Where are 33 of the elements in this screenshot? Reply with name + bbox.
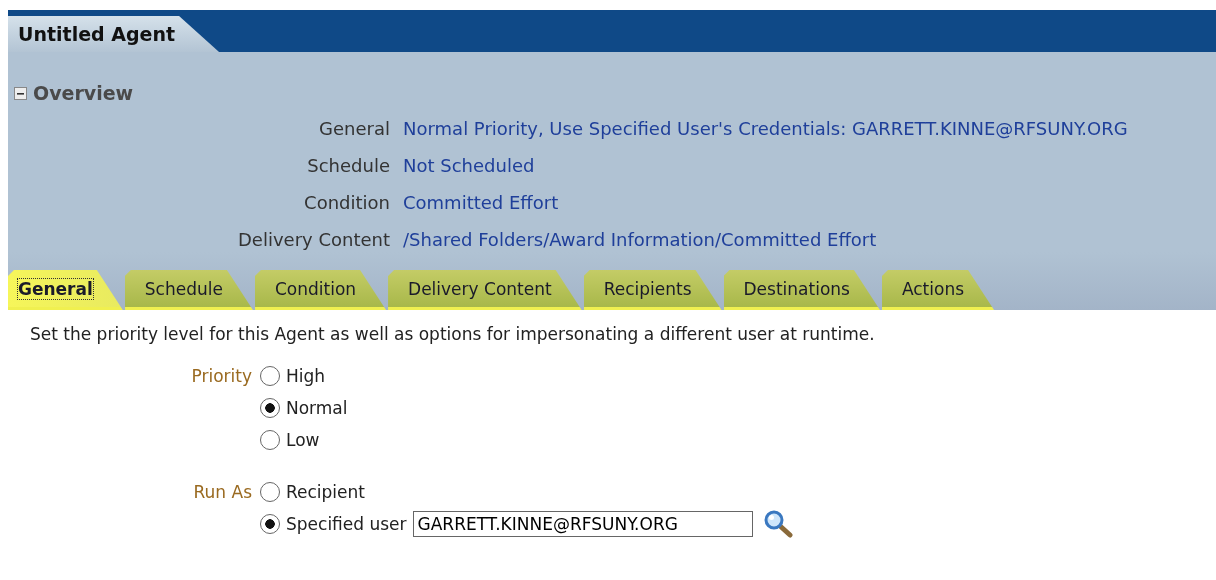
- radio-option[interactable]: High: [260, 366, 326, 386]
- tab[interactable]: Schedule: [124, 270, 253, 310]
- window-title: Untitled Agent: [8, 16, 220, 52]
- radio-option[interactable]: Low: [260, 430, 320, 450]
- section-title: Overview: [33, 82, 134, 104]
- tab[interactable]: General: [8, 270, 123, 310]
- field-label: General: [318, 117, 390, 141]
- radio-option[interactable]: Recipient: [260, 482, 365, 502]
- tab[interactable]: Delivery Content: [388, 270, 582, 310]
- tab[interactable]: Actions: [881, 270, 995, 310]
- collapse-icon[interactable]: [14, 86, 27, 100]
- field-label: Delivery Content: [236, 228, 390, 252]
- radio-button[interactable]: [260, 430, 280, 450]
- radio-button[interactable]: [260, 482, 280, 502]
- radio-button[interactable]: [260, 366, 280, 386]
- field-value: Normal Priority, Use Specified User's Credentials: GARRETT.KINNE@RFSUNY.ORG: [403, 117, 1129, 141]
- field-label: Schedule: [306, 154, 390, 178]
- radio-option[interactable]: Specified user: [260, 514, 407, 534]
- field-label: Condition: [303, 191, 390, 215]
- field-value: Committed Effort: [403, 191, 560, 215]
- radio-button[interactable]: [260, 514, 280, 534]
- tab[interactable]: Destinations: [723, 270, 880, 310]
- user-input-field[interactable]: GARRETT.KINNE@RFSUNY.ORG: [412, 511, 753, 537]
- field-label: Run As: [192, 481, 252, 504]
- search-icon[interactable]: [762, 510, 793, 538]
- field-label: Priority: [190, 365, 252, 388]
- field-value: /Shared Folders/Award Information/Committed Effort: [403, 228, 878, 252]
- description-text: Set the priority level for this Agent as well as options for impersonating a different user at runtime.: [30, 324, 876, 344]
- tab[interactable]: Condition: [254, 270, 387, 310]
- tab[interactable]: Recipients: [583, 270, 722, 310]
- field-value: Not Scheduled: [403, 154, 536, 178]
- radio-button[interactable]: [260, 398, 280, 418]
- radio-option[interactable]: Normal: [260, 398, 348, 418]
